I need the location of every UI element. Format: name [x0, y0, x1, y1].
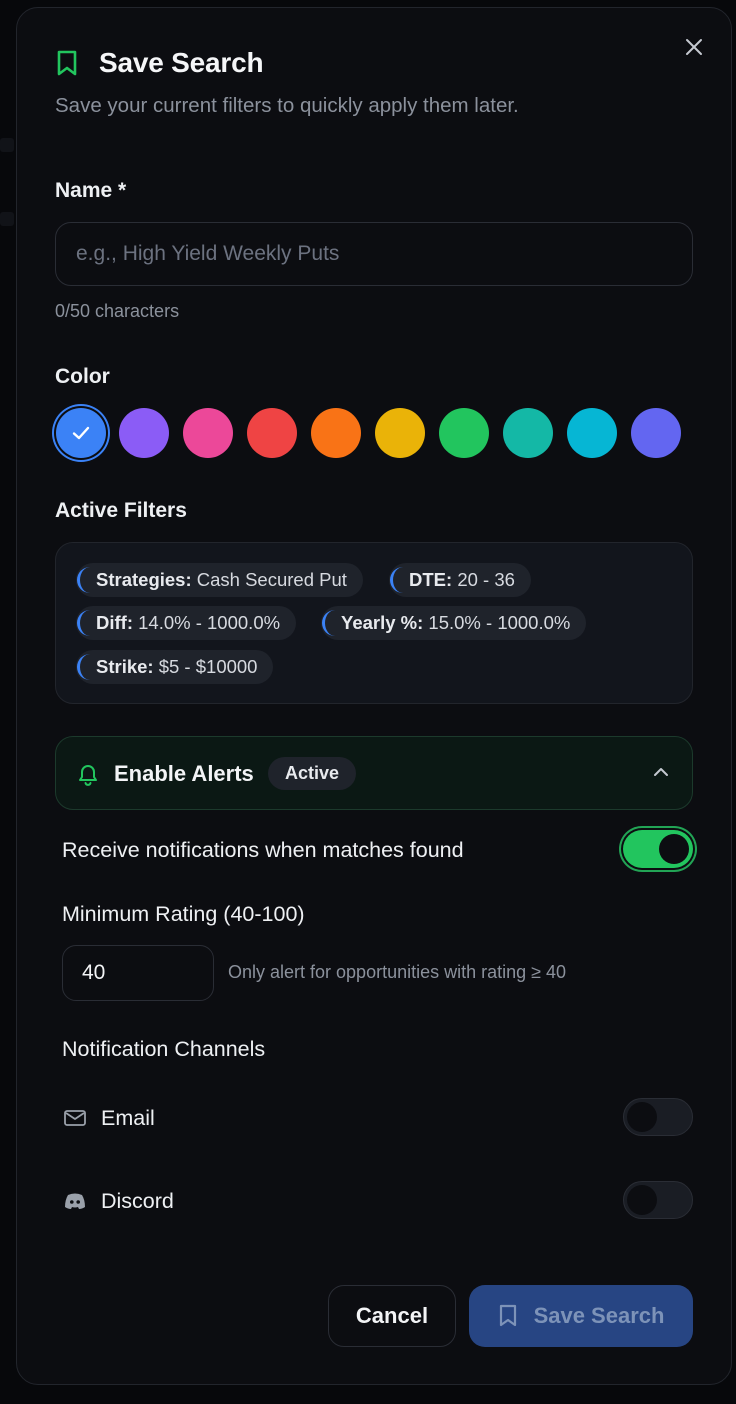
- close-icon: [686, 39, 702, 55]
- filter-chip-key: Strategies:: [96, 569, 192, 590]
- bookmark-icon: [55, 48, 81, 78]
- mail-icon: [63, 1107, 89, 1129]
- char-count: 0/50 characters: [55, 301, 180, 321]
- name-input[interactable]: [55, 222, 693, 286]
- toggle-knob: [659, 834, 689, 864]
- dialog-title: Save Search: [99, 47, 264, 78]
- color-swatch-cyan[interactable]: [567, 408, 617, 458]
- receive-notifications-toggle[interactable]: [623, 830, 693, 868]
- color-label: Color: [55, 365, 110, 388]
- bell-icon: [76, 761, 100, 792]
- background-content: [0, 138, 14, 152]
- toggle-knob: [627, 1102, 657, 1132]
- dialog-header: Save Search: [55, 46, 264, 80]
- channel-email-label: Email: [101, 1106, 155, 1130]
- filter-chip-value: Cash Secured Put: [196, 569, 347, 590]
- toggle-knob: [627, 1185, 657, 1215]
- color-swatch-pink[interactable]: [183, 408, 233, 458]
- channel-discord-label: Discord: [101, 1189, 174, 1213]
- save-search-button[interactable]: Save Search: [469, 1285, 693, 1347]
- active-filters-box: Strategies: Cash Secured Put DTE: 20 - 3…: [55, 542, 693, 704]
- save-search-label: Save Search: [533, 1303, 665, 1328]
- enable-alerts-title: Enable Alerts: [114, 761, 254, 786]
- color-swatch-yellow[interactable]: [375, 408, 425, 458]
- minimum-rating-hint: Only alert for opportunities with rating…: [228, 962, 567, 982]
- filter-chip-value: $5 - $10000: [158, 656, 258, 677]
- save-search-dialog: Save Search Save your current filters to…: [16, 7, 732, 1385]
- bookmark-icon: [498, 1304, 518, 1328]
- color-swatch-green[interactable]: [439, 408, 489, 458]
- filter-chip-key: Yearly %:: [341, 612, 424, 633]
- filter-chip-key: Diff:: [96, 612, 133, 633]
- active-filters-label: Active Filters: [55, 499, 187, 522]
- color-swatch-red[interactable]: [247, 408, 297, 458]
- cancel-button[interactable]: Cancel: [328, 1285, 456, 1347]
- dialog-subtitle: Save your current filters to quickly app…: [55, 94, 519, 117]
- filter-chip: Yearly %: 15.0% - 1000.0%: [321, 606, 587, 640]
- chevron-up-icon: [652, 765, 670, 783]
- color-swatch-blue[interactable]: [56, 408, 106, 458]
- background-content: [0, 212, 14, 226]
- filter-chip: Diff: 14.0% - 1000.0%: [76, 606, 297, 640]
- notification-channels-label: Notification Channels: [62, 1037, 266, 1061]
- filter-chip-key: DTE:: [409, 569, 453, 590]
- filter-chip: DTE: 20 - 36: [389, 563, 531, 597]
- discord-channel-toggle[interactable]: [623, 1181, 693, 1219]
- check-icon: [72, 426, 90, 440]
- discord-icon: [63, 1190, 89, 1212]
- name-label: Name *: [55, 179, 127, 202]
- color-swatch-orange[interactable]: [311, 408, 361, 458]
- filter-chip-value: 14.0% - 1000.0%: [138, 612, 281, 633]
- enable-alerts-toggle-header[interactable]: Enable Alerts Active: [55, 736, 693, 810]
- color-swatch-purple[interactable]: [119, 408, 169, 458]
- color-swatch-teal[interactable]: [503, 408, 553, 458]
- status-badge: Active: [268, 757, 357, 790]
- receive-notifications-label: Receive notifications when matches found: [62, 838, 464, 862]
- minimum-rating-label: Minimum Rating (40-100): [62, 902, 305, 926]
- close-button[interactable]: [681, 34, 707, 60]
- minimum-rating-input[interactable]: [62, 945, 214, 1001]
- filter-chip: Strategies: Cash Secured Put: [76, 563, 363, 597]
- filter-chip-value: 20 - 36: [457, 569, 515, 590]
- color-swatch-indigo[interactable]: [631, 408, 681, 458]
- filter-chip-key: Strike:: [96, 656, 154, 677]
- filter-chip-value: 15.0% - 1000.0%: [428, 612, 571, 633]
- filter-chip: Strike: $5 - $10000: [76, 650, 274, 684]
- email-channel-toggle[interactable]: [623, 1098, 693, 1136]
